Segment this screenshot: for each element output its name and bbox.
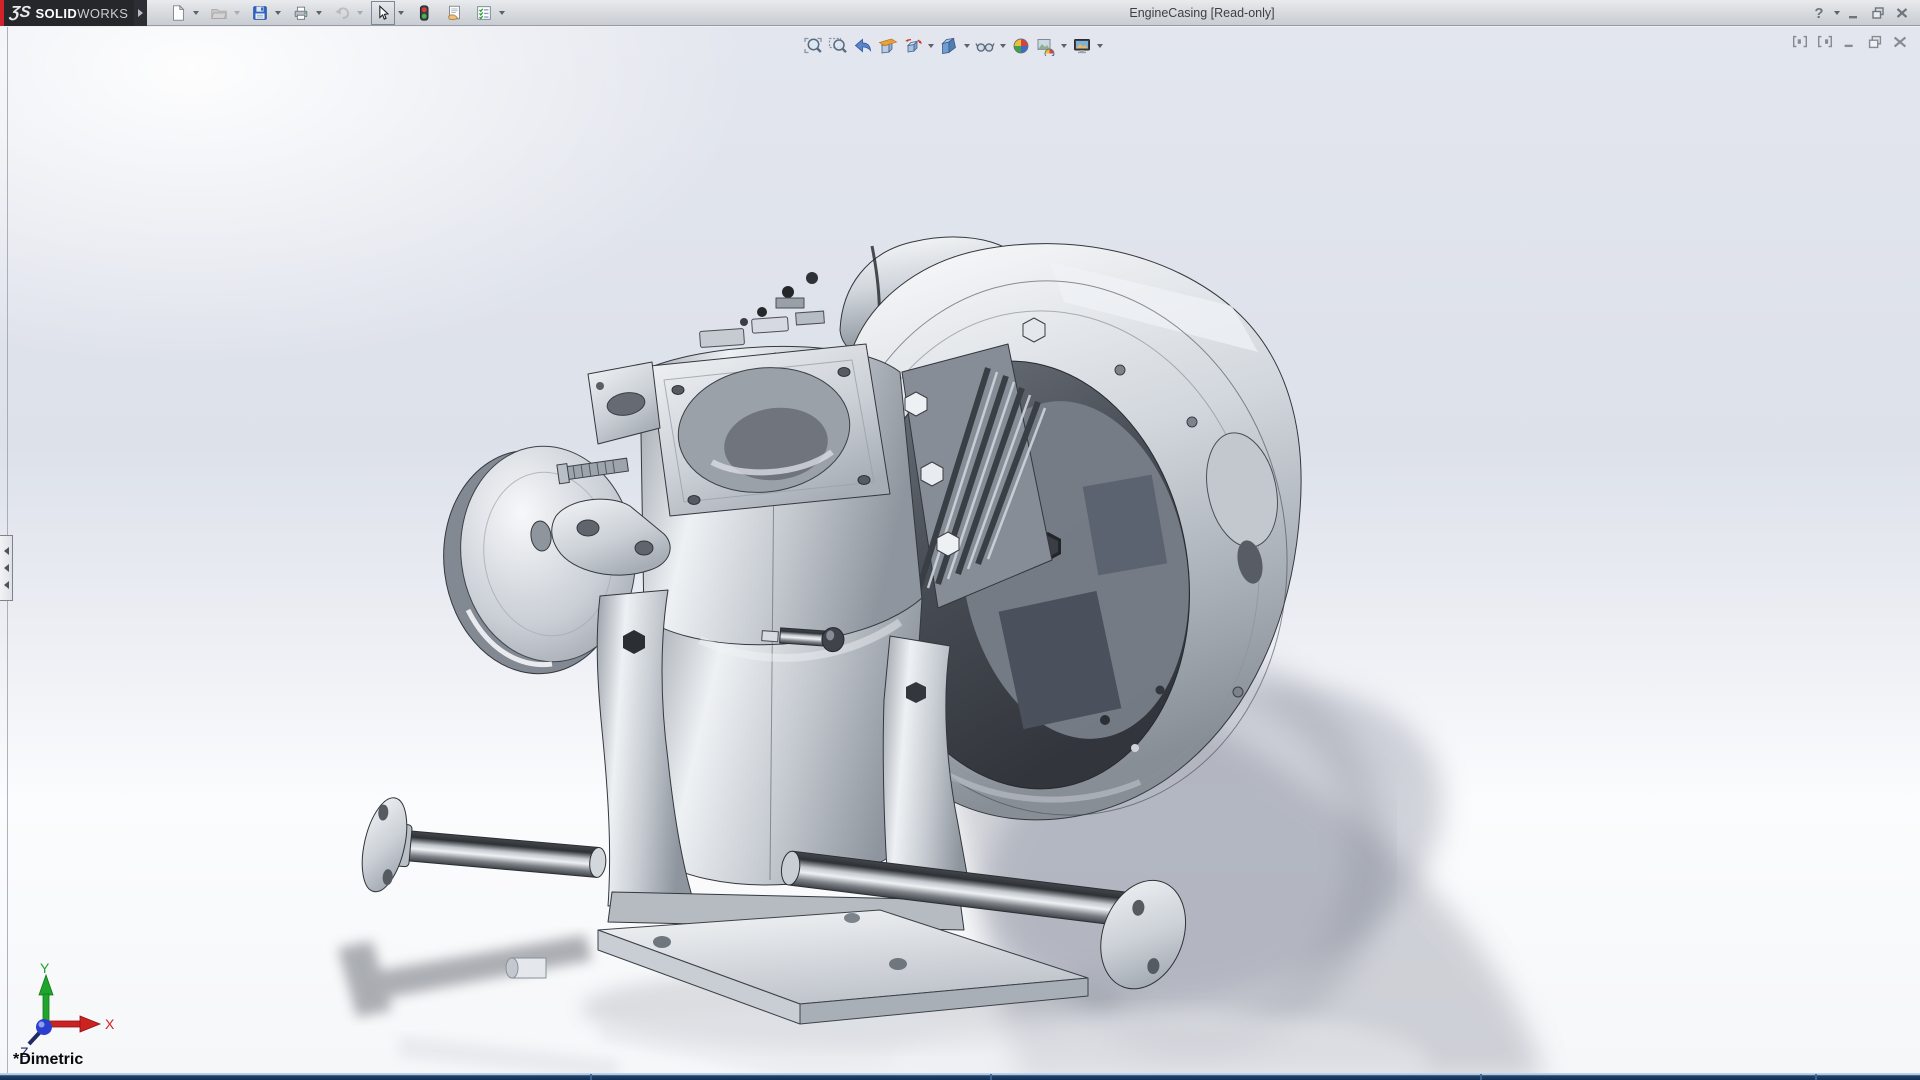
- rebuild-traffic-light-icon: [415, 4, 433, 22]
- feature-tree-collapsed-tab[interactable]: [0, 535, 13, 601]
- solidworks-logo-icon: ƷS: [9, 4, 32, 22]
- display-style-button[interactable]: [936, 34, 961, 59]
- help-dropdown[interactable]: [1831, 1, 1842, 25]
- display-style-dropdown[interactable]: [961, 34, 972, 58]
- print-dropdown[interactable]: [313, 1, 324, 25]
- zoom-to-fit-button[interactable]: [800, 34, 825, 59]
- restore-button[interactable]: [1866, 2, 1890, 24]
- hide-show-items-button[interactable]: [972, 34, 997, 59]
- edit-appearance-ball-icon: [1011, 36, 1031, 56]
- brand-name-bold: SOLID: [35, 6, 77, 21]
- undo-dropdown[interactable]: [354, 1, 365, 25]
- show-left-pane-button[interactable]: [1787, 31, 1812, 53]
- view-settings-icon: [1072, 36, 1092, 56]
- taskbar-separator: [990, 1074, 992, 1080]
- show-right-pane-button[interactable]: [1812, 31, 1837, 53]
- zoom-to-area-icon: [828, 36, 848, 56]
- menu-expand-arrow[interactable]: [134, 0, 147, 26]
- triad-y-label: Y: [40, 960, 50, 976]
- select-cursor-icon: [374, 4, 392, 22]
- triad-x-label: X: [105, 1016, 115, 1032]
- expand-left-arrow-icon: [4, 564, 9, 572]
- file-properties-button[interactable]: [442, 1, 466, 25]
- brand-red-stripe: [0, 0, 4, 26]
- minimize-icon: [1846, 5, 1862, 21]
- edit-appearance-button[interactable]: [1008, 34, 1033, 59]
- restore-icon: [1870, 5, 1886, 21]
- taskbar-separator: [1480, 1074, 1482, 1080]
- hide-show-items-dropdown[interactable]: [997, 34, 1008, 58]
- new-dropdown[interactable]: [190, 1, 201, 25]
- options-button[interactable]: [472, 1, 496, 25]
- save-icon: [251, 4, 269, 22]
- section-view-button[interactable]: [875, 34, 900, 59]
- standard-toolbar: [166, 1, 507, 25]
- help-button[interactable]: ?: [1807, 2, 1831, 24]
- view-orientation-dropdown[interactable]: [925, 34, 936, 58]
- open-dropdown[interactable]: [231, 1, 242, 25]
- show-right-pane-icon: [1816, 33, 1834, 51]
- display-style-icon: [939, 36, 959, 56]
- new-document-button[interactable]: [166, 1, 190, 25]
- brand-name-light: WORKS: [77, 6, 128, 21]
- close-document-icon: [1891, 33, 1909, 51]
- model-engine-casing[interactable]: [0, 0, 1920, 1080]
- print-icon: [292, 4, 310, 22]
- expand-left-arrow-icon: [4, 547, 9, 555]
- file-properties-icon: [445, 4, 463, 22]
- engine-casing-geometry: [354, 237, 1325, 1024]
- minimize-button[interactable]: [1842, 2, 1866, 24]
- restore-document-icon: [1866, 33, 1884, 51]
- view-settings-dropdown[interactable]: [1094, 34, 1105, 58]
- options-dropdown[interactable]: [496, 1, 507, 25]
- view-orientation-icon: [903, 36, 923, 56]
- previous-view-icon: [853, 36, 873, 56]
- heads-up-view-toolbar: [800, 33, 1105, 59]
- options-icon: [475, 4, 493, 22]
- zoom-to-fit-icon: [803, 36, 823, 56]
- undo-icon: [333, 4, 351, 22]
- close-document-button[interactable]: [1887, 31, 1912, 53]
- close-button[interactable]: [1890, 2, 1914, 24]
- hide-show-items-glasses-icon: [975, 36, 995, 56]
- minimize-document-icon: [1841, 33, 1859, 51]
- open-button[interactable]: [207, 1, 231, 25]
- intake-mount-parts: [699, 307, 824, 348]
- select-dropdown[interactable]: [395, 1, 406, 25]
- apply-scene-dropdown[interactable]: [1058, 34, 1069, 58]
- section-view-icon: [878, 36, 898, 56]
- minimize-document-button[interactable]: [1837, 31, 1862, 53]
- apply-scene-icon: [1036, 36, 1056, 56]
- document-window-controls: [1787, 31, 1912, 53]
- save-dropdown[interactable]: [272, 1, 283, 25]
- handle-bar-left: [354, 792, 610, 914]
- new-document-icon: [169, 4, 187, 22]
- open-icon: [210, 4, 228, 22]
- previous-view-button[interactable]: [850, 34, 875, 59]
- view-orientation-button[interactable]: [900, 34, 925, 59]
- window-controls: ?: [1807, 1, 1914, 25]
- close-icon: [1894, 5, 1910, 21]
- select-tool-button[interactable]: [371, 1, 395, 25]
- rebuild-button[interactable]: [412, 1, 436, 25]
- zoom-to-area-button[interactable]: [825, 34, 850, 59]
- titlebar: ƷS SOLIDWORKS: [0, 0, 1920, 26]
- taskbar-separator: [590, 1074, 592, 1080]
- save-button[interactable]: [248, 1, 272, 25]
- expand-left-arrow-icon: [4, 581, 9, 589]
- apply-scene-button[interactable]: [1033, 34, 1058, 59]
- taskbar-separator: [1815, 1074, 1817, 1080]
- view-orientation-name: *Dimetric: [13, 1051, 83, 1069]
- cylinder-flange: [650, 344, 890, 516]
- window-title: EngineCasing [Read-only]: [1062, 0, 1342, 26]
- taskbar-edge: [0, 1073, 1920, 1080]
- restore-document-button[interactable]: [1862, 31, 1887, 53]
- undo-button[interactable]: [330, 1, 354, 25]
- view-settings-button[interactable]: [1069, 34, 1094, 59]
- graphics-area[interactable]: Y X Z *Dimetric: [0, 27, 1920, 1073]
- solidworks-logo-menu[interactable]: ƷS SOLIDWORKS: [0, 0, 134, 26]
- show-left-pane-icon: [1791, 33, 1809, 51]
- print-button[interactable]: [289, 1, 313, 25]
